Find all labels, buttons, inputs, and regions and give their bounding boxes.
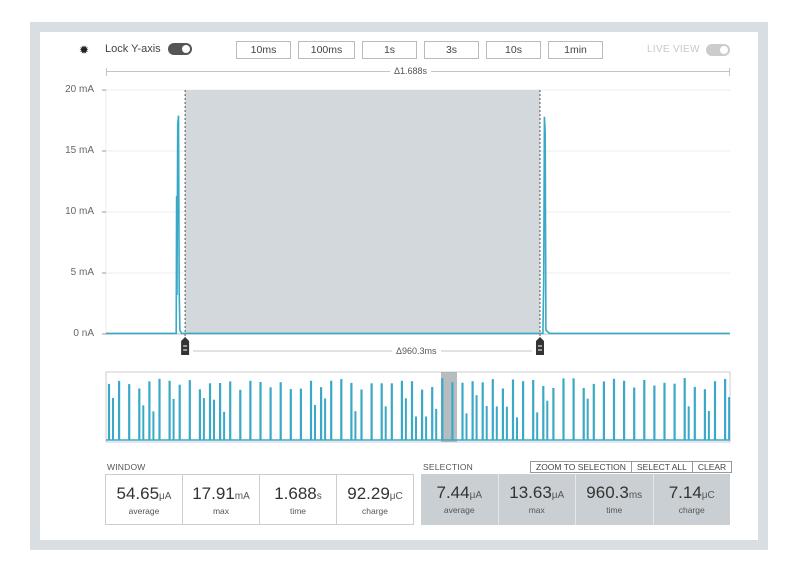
stat-unit: s [316, 491, 322, 502]
stat-value: 92.29 [347, 484, 390, 503]
stat-value: 54.65 [116, 484, 160, 503]
stat-caption: max [212, 506, 230, 516]
window-average-stat: 54.65μA average [106, 475, 183, 524]
window-time-stat: 1.688s time [260, 475, 337, 524]
stat-caption: average [128, 506, 160, 516]
zoom-to-selection-button[interactable]: ZOOM TO SELECTION [531, 462, 632, 472]
stat-unit: μA [551, 490, 565, 501]
window-max-stat: 17.91mA max [183, 475, 260, 524]
overview-minimap[interactable] [105, 371, 731, 443]
stat-value: 7.14 [668, 483, 702, 502]
stat-caption: average [443, 505, 475, 515]
selection-charge-stat: 7.14μC charge [654, 474, 731, 525]
stat-unit: μC [701, 490, 715, 501]
stat-value: 1.688 [274, 484, 317, 503]
selection-section-label: SELECTION [423, 462, 473, 472]
stat-unit: ms [628, 490, 643, 501]
stat-value: 7.44 [436, 483, 470, 502]
stat-value: 960.3 [586, 483, 629, 502]
selection-region[interactable] [185, 90, 540, 334]
stat-caption: charge [678, 505, 705, 515]
selection-handles[interactable] [181, 337, 544, 355]
handle-marker-icon [181, 337, 190, 355]
selection-delta-label: Δ960.3ms [392, 346, 441, 356]
window-stats: 54.65μA average 17.91mA max 1.688s time 92.… [105, 474, 414, 525]
stat-value: 17.91 [192, 484, 235, 503]
selection-max-stat: 13.63μA max [499, 474, 576, 525]
stat-caption: max [528, 505, 545, 515]
window-section-label: WINDOW [107, 462, 146, 472]
stat-caption: time [289, 506, 307, 516]
stat-unit: μA [159, 491, 172, 502]
stat-unit: mA [234, 491, 250, 502]
stat-caption: time [606, 505, 623, 515]
clear-button[interactable]: CLEAR [693, 462, 731, 472]
stat-value: 13.63 [509, 483, 552, 502]
stat-unit: μA [469, 490, 483, 501]
handle-marker-icon [535, 337, 544, 355]
selection-time-stat: 960.3ms time [576, 474, 654, 525]
window-charge-stat: 92.29μC charge [337, 475, 413, 524]
selection-average-stat: 7.44μA average [421, 474, 499, 525]
stat-caption: charge [362, 506, 388, 516]
select-all-button[interactable]: SELECT ALL [632, 462, 693, 472]
selection-button-group: ZOOM TO SELECTION SELECT ALL CLEAR [530, 461, 733, 473]
selection-stats: 7.44μA average 13.63μA max 960.3ms time 7.1… [421, 474, 730, 525]
stat-unit: μC [389, 491, 403, 502]
